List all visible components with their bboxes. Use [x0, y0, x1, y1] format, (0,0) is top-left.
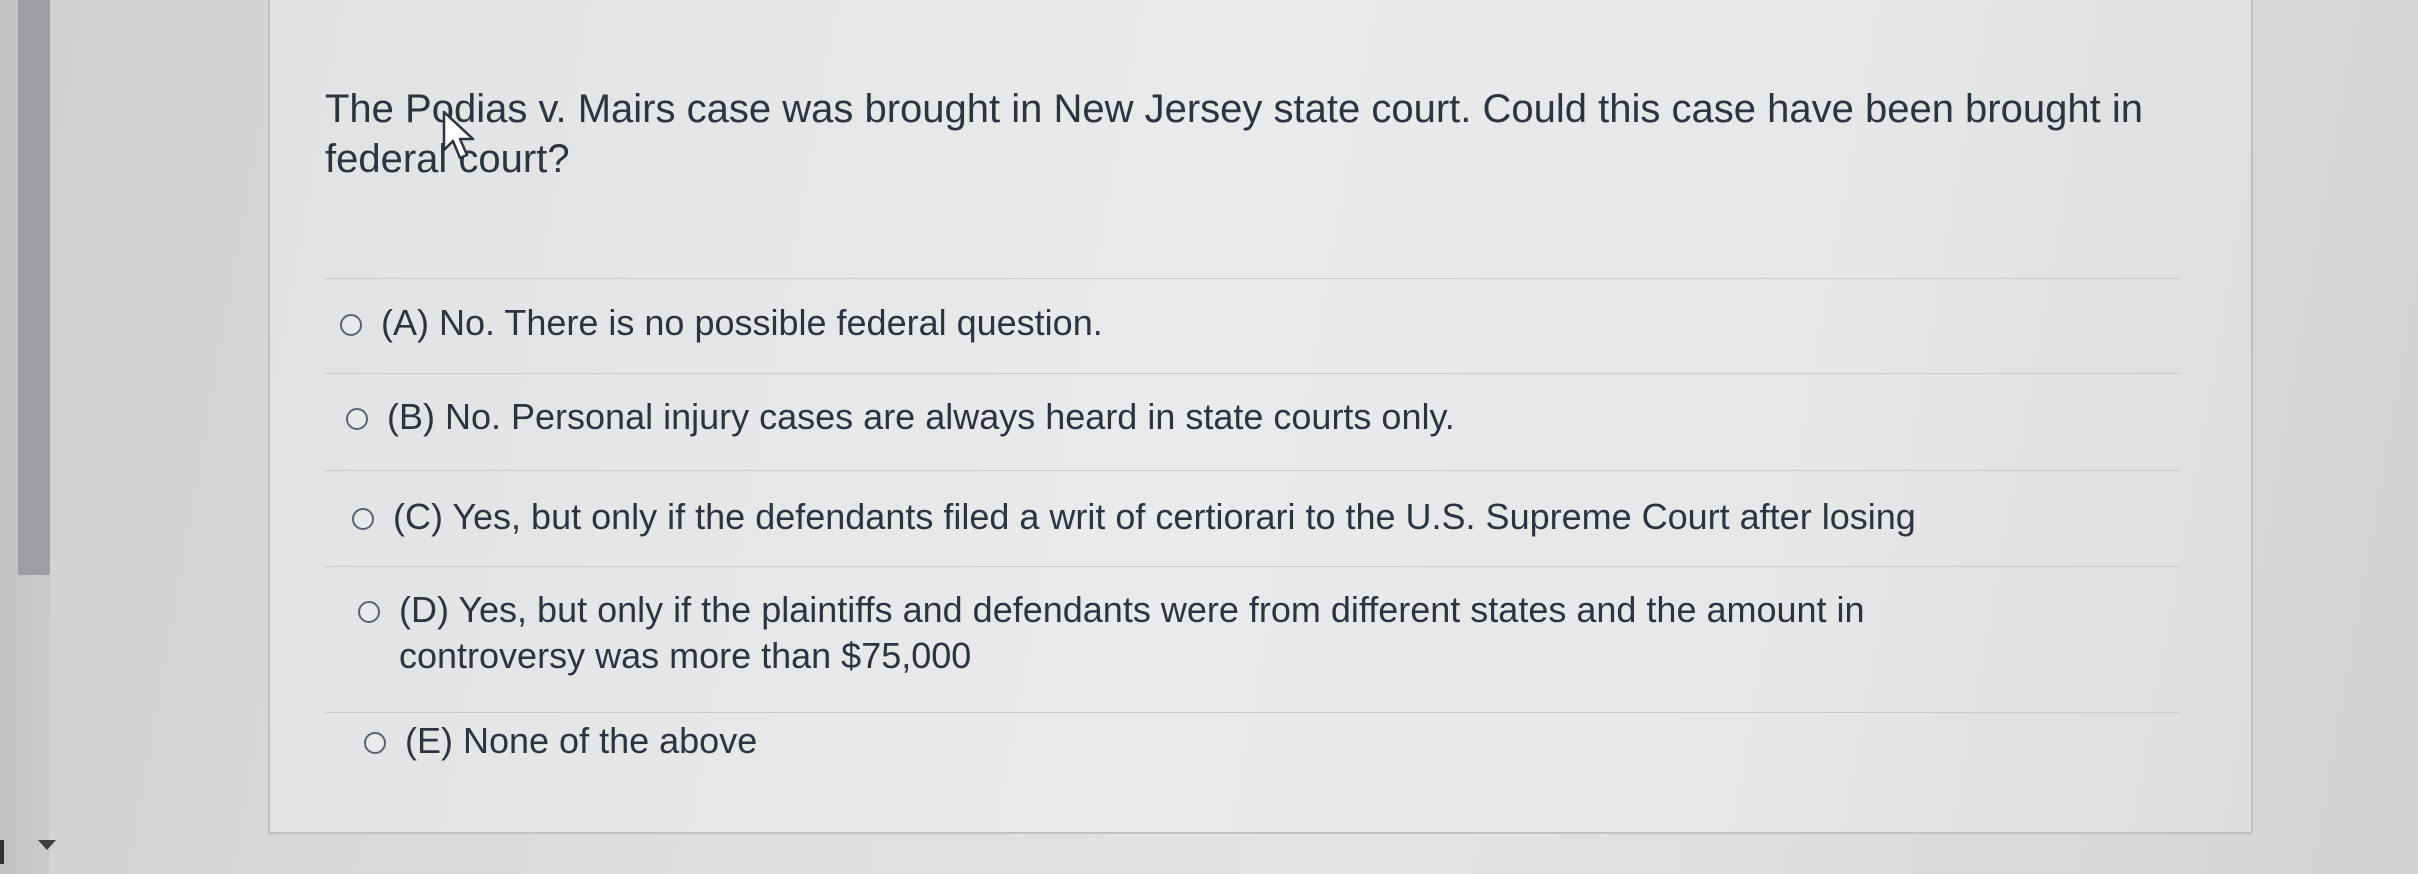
- radio-button-icon[interactable]: [358, 601, 380, 623]
- answer-label: (B) No. Personal injury cases are always…: [387, 396, 1455, 437]
- radio-button-icon[interactable]: [364, 732, 386, 754]
- answer-label: (E) None of the above: [405, 720, 758, 761]
- answer-divider: [325, 278, 2180, 279]
- answer-label: (C) Yes, but only if the defendants file…: [393, 496, 1916, 537]
- answer-option-c[interactable]: (C) Yes, but only if the defendants file…: [352, 494, 1916, 540]
- radio-button-icon[interactable]: [346, 408, 368, 430]
- question-card: The Podias v. Mairs case was brought in …: [268, 0, 2253, 834]
- answer-divider: [325, 373, 2180, 374]
- answer-divider: [325, 470, 2180, 471]
- scrollbar[interactable]: [0, 0, 56, 874]
- answer-label: (D) Yes, but only if the plaintiffs and …: [399, 589, 1865, 676]
- answer-divider: [325, 566, 2180, 567]
- radio-button-icon[interactable]: [352, 508, 374, 530]
- answer-divider: [325, 712, 2180, 713]
- answer-option-d[interactable]: (D) Yes, but only if the plaintiffs and …: [358, 587, 2039, 679]
- answer-option-b[interactable]: (B) No. Personal injury cases are always…: [346, 394, 1455, 440]
- scrollbar-edge-mark: [0, 840, 4, 864]
- answer-label: (A) No. There is no possible federal que…: [381, 302, 1103, 343]
- answer-option-a[interactable]: (A) No. There is no possible federal que…: [340, 300, 1103, 346]
- scroll-down-arrow-icon[interactable]: [38, 840, 56, 850]
- answer-option-e[interactable]: (E) None of the above: [364, 718, 757, 764]
- question-text: The Podias v. Mairs case was brought in …: [325, 87, 2143, 181]
- scrollbar-thumb[interactable]: [18, 0, 50, 575]
- radio-button-icon[interactable]: [340, 314, 362, 336]
